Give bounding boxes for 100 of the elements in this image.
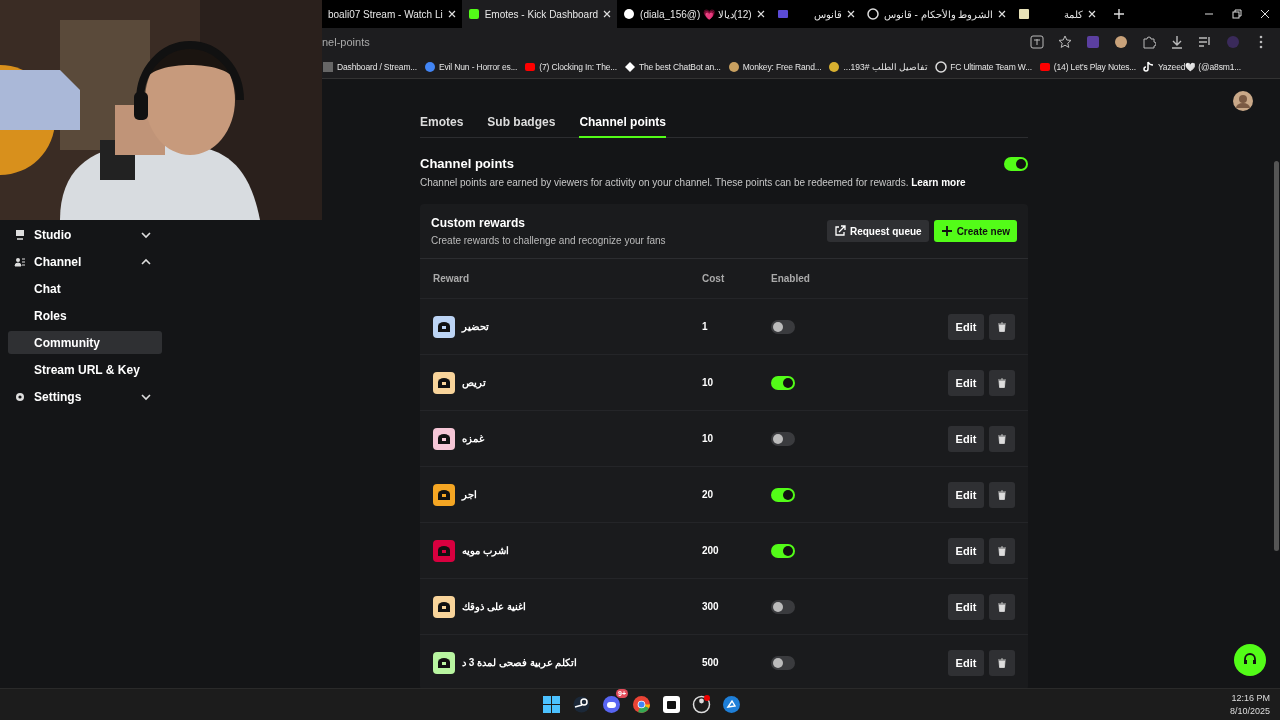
close-icon[interactable] (756, 10, 765, 18)
recorder-icon[interactable] (692, 695, 711, 714)
edit-button[interactable]: Edit (948, 425, 984, 452)
reward-cost: 200 (702, 545, 720, 556)
edit-button[interactable]: Edit (948, 593, 984, 620)
bookmark-icon (623, 61, 636, 73)
toggle-switch[interactable] (771, 375, 795, 390)
edit-button[interactable]: Edit (948, 481, 984, 508)
toggle-switch[interactable] (771, 655, 795, 670)
trash-icon (997, 433, 1007, 444)
reward-cost: 500 (702, 657, 720, 668)
browser-tab[interactable]: Emotes - Kick Dashboard (461, 0, 618, 28)
bookmark-icon (935, 61, 948, 73)
bookmark[interactable]: Yazeed🤍 (@a8sm1... (1143, 61, 1241, 73)
close-icon[interactable] (998, 10, 1007, 18)
favicon-icon (467, 8, 480, 20)
bookmark[interactable]: (7) Clocking In: The... (524, 61, 617, 73)
bookmark[interactable]: Dashboard / Stream... (322, 61, 417, 73)
bookmark[interactable]: Monkey: Free Rand... (727, 61, 822, 73)
download-icon[interactable] (1170, 35, 1184, 49)
sidebar-item[interactable]: Channel (0, 250, 162, 273)
section-title: Channel points (420, 156, 514, 171)
sidebar-subitem[interactable]: Stream URL & Key (0, 358, 162, 381)
clock-time: 12:16 PM (1230, 691, 1270, 705)
reward-name: تحضير (462, 321, 489, 332)
puzzle-icon[interactable] (1142, 35, 1156, 49)
edit-button[interactable]: Edit (948, 369, 984, 396)
sidebar-subitem[interactable]: Community (8, 331, 162, 354)
chat-app-icon[interactable] (602, 695, 621, 714)
trash-icon (997, 489, 1007, 500)
card-subtitle: Create rewards to challenge and recognize your fans (431, 235, 666, 246)
close-icon[interactable] (1088, 10, 1097, 18)
close-icon[interactable] (846, 10, 855, 18)
close-icon[interactable] (447, 10, 456, 18)
browser-tab[interactable]: قانوس (770, 0, 861, 28)
delete-button[interactable] (989, 425, 1015, 452)
browser-tab[interactable]: (12)ديالا 💗 (@diala_156) (617, 0, 771, 28)
browser-icon[interactable] (632, 695, 651, 714)
favicon-icon (866, 8, 879, 20)
column-header: Enabled (771, 273, 811, 284)
toggle-switch[interactable] (771, 319, 795, 334)
request-queue-button[interactable]: Request queue (826, 220, 929, 242)
avatar-icon[interactable] (1233, 91, 1253, 111)
bookmark[interactable]: (14) Let's Play Notes... (1038, 61, 1136, 73)
translate-icon[interactable] (1030, 35, 1044, 49)
scrollbar[interactable] (1274, 161, 1279, 551)
browser-tab[interactable]: الشروط والأحكام - قانوس (860, 0, 1013, 28)
bookmark[interactable]: FC Ultimate Team W... (935, 61, 1032, 73)
page-tab[interactable]: Emotes (420, 109, 464, 138)
sidebar-subitem[interactable]: Chat (0, 277, 162, 300)
bookmark-icon (727, 61, 740, 73)
bookmark[interactable]: The best ChatBot an... (623, 61, 721, 73)
edit-button[interactable]: Edit (948, 537, 984, 564)
media-icon[interactable] (1198, 35, 1212, 49)
bookmark-icon (524, 61, 537, 73)
help-button[interactable] (1234, 644, 1266, 676)
create-new-button[interactable]: Create new (933, 220, 1017, 242)
learn-more-link[interactable]: Learn more (911, 177, 966, 188)
reward-name: تريص (462, 377, 486, 388)
sidebar-subitem[interactable]: Roles (0, 304, 162, 327)
close-icon[interactable] (1260, 9, 1270, 19)
edit-button[interactable]: Edit (948, 313, 984, 340)
sidebar-item[interactable]: Studio (0, 223, 162, 246)
new-tab-icon[interactable] (1114, 9, 1125, 19)
page-tab[interactable]: Sub badges (487, 109, 556, 138)
browser-tab[interactable]: boali07 Stream - Watch Li (322, 0, 462, 28)
steam-icon[interactable] (572, 695, 591, 714)
delete-button[interactable] (989, 649, 1015, 676)
reward-cost: 300 (702, 601, 720, 612)
favicon-icon (623, 8, 636, 20)
delete-button[interactable] (989, 537, 1015, 564)
trash-icon (997, 545, 1007, 556)
column-header: Cost (702, 273, 726, 284)
reward-cost: 20 (702, 489, 715, 500)
start-icon[interactable] (542, 695, 561, 714)
bookmark[interactable]: تفاصيل الطلب #193... (828, 61, 929, 73)
app-icon[interactable] (722, 695, 741, 714)
edit-button[interactable]: Edit (948, 649, 984, 676)
delete-button[interactable] (989, 593, 1015, 620)
toggle-switch[interactable] (771, 543, 795, 558)
close-icon[interactable] (603, 10, 612, 18)
toggle-switch[interactable] (771, 431, 795, 446)
bookmark[interactable]: Evil Nun - Horror es... (424, 61, 518, 73)
reward-name: اغنية على ذوقك (462, 601, 526, 612)
reward-name: غمزه (462, 433, 484, 444)
delete-button[interactable] (989, 369, 1015, 396)
sidebar-item[interactable]: Settings (0, 385, 162, 408)
delete-button[interactable] (989, 313, 1015, 340)
restore-icon[interactable] (1232, 9, 1242, 19)
delete-button[interactable] (989, 481, 1015, 508)
bookmark-icon (424, 61, 436, 73)
toggle-switch[interactable] (1004, 156, 1028, 171)
trash-icon (997, 657, 1007, 668)
toggle-switch[interactable] (771, 487, 795, 502)
stream-app-icon[interactable] (662, 695, 681, 714)
browser-tab[interactable]: كلمة (1012, 0, 1103, 28)
page-tab[interactable]: Channel points (579, 109, 667, 138)
star-icon[interactable] (1058, 35, 1072, 49)
toggle-switch[interactable] (771, 599, 795, 614)
reward-cost: 10 (702, 377, 715, 388)
